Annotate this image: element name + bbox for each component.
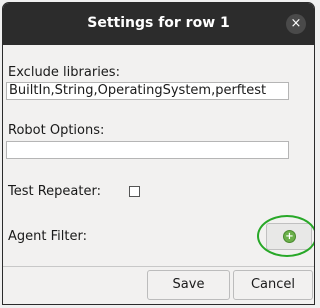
dialog-title: Settings for row 1 [87, 15, 230, 31]
footer-divider [3, 266, 314, 267]
settings-dialog: Settings for row 1 × Exclude libraries: … [2, 2, 315, 305]
test-repeater-label: Test Repeater: [8, 184, 101, 199]
close-icon: × [290, 16, 302, 31]
highlight-annotation-circle [257, 215, 314, 257]
cancel-button[interactable]: Cancel [233, 270, 313, 300]
save-button[interactable]: Save [147, 270, 230, 300]
close-button[interactable]: × [286, 14, 306, 34]
robot-options-input[interactable] [6, 141, 289, 159]
robot-options-label: Robot Options: [8, 123, 105, 138]
exclude-libraries-label: Exclude libraries: [8, 65, 120, 80]
agent-filter-label: Agent Filter: [8, 229, 87, 244]
exclude-libraries-input[interactable]: BuiltIn,String,OperatingSystem,perftest [6, 82, 289, 100]
title-bar: Settings for row 1 × [3, 3, 314, 45]
test-repeater-checkbox[interactable] [129, 186, 140, 197]
dialog-content: Exclude libraries: BuiltIn,String,Operat… [3, 45, 314, 304]
